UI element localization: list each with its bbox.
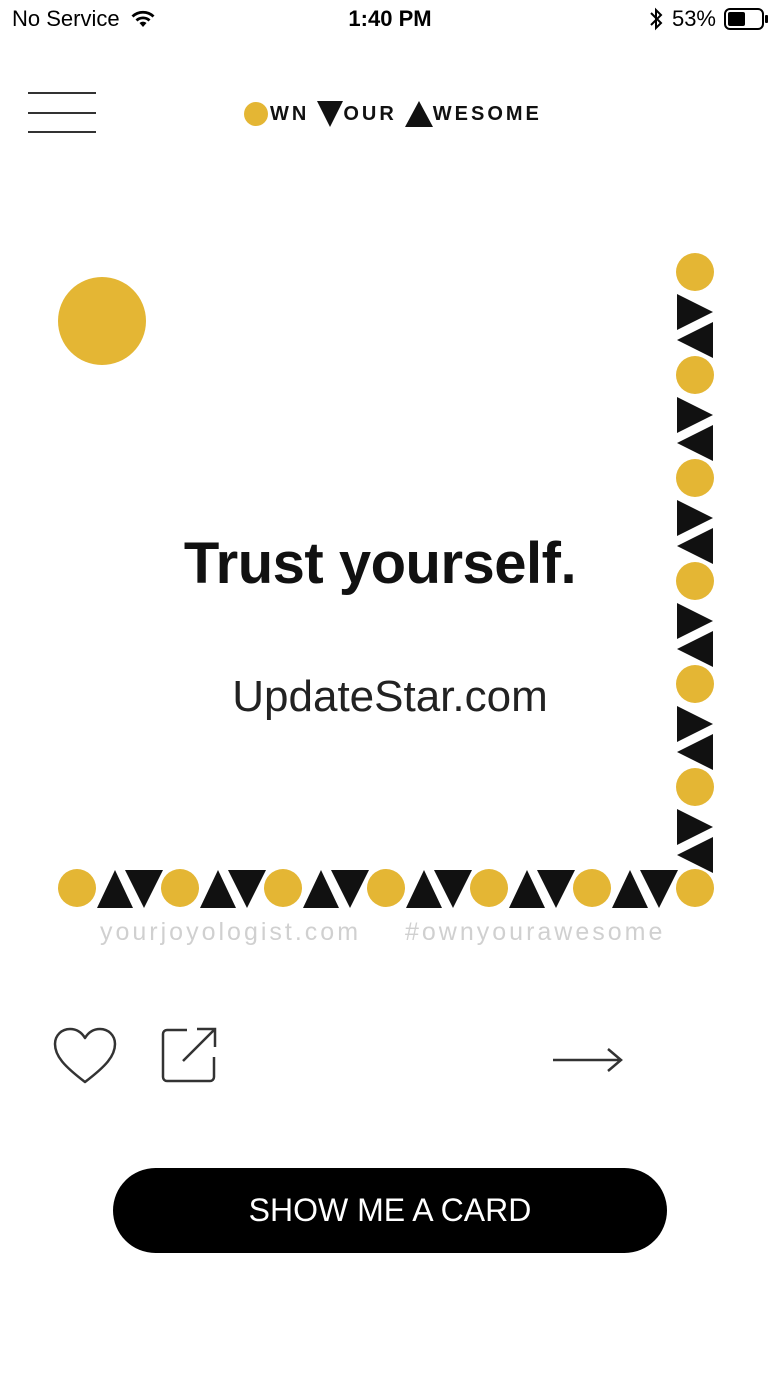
- card-quote: Trust yourself.: [183, 531, 577, 596]
- pattern-triangle-1: [677, 294, 713, 330]
- pattern-triangle-5: [677, 425, 713, 461]
- pattern-triangle-14: [677, 734, 713, 770]
- watermark-text: UpdateStar.com: [232, 672, 548, 721]
- pattern-triangle-11: [677, 631, 713, 667]
- pattern-dot-33: [573, 869, 611, 907]
- heart-icon[interactable]: [52, 1026, 118, 1086]
- brand-part-1: WN: [270, 102, 310, 125]
- pattern-dot-21: [161, 869, 199, 907]
- battery-icon: [724, 8, 768, 30]
- pattern-dot-24: [264, 869, 302, 907]
- status-bar: No Service 1:40 PM 53%: [0, 0, 780, 40]
- logo-down-triangle-icon: [317, 101, 344, 127]
- card-footer-tag: #ownyourawesome: [405, 918, 666, 946]
- logo-up-triangle-icon: [404, 101, 433, 127]
- pattern-triangle-25: [303, 870, 339, 908]
- pattern-dot-0: [676, 253, 714, 291]
- pattern-dot-3: [676, 356, 714, 394]
- brand-part-2: OUR: [343, 102, 397, 125]
- pattern-dot-30: [470, 869, 508, 907]
- hamburger-menu-icon[interactable]: [28, 92, 98, 134]
- pattern-triangle-10: [677, 603, 713, 639]
- pattern-triangle-16: [677, 809, 713, 845]
- arrow-right-icon[interactable]: [552, 1044, 624, 1076]
- pattern-triangle-34: [612, 870, 648, 908]
- pattern-triangle-26: [331, 870, 369, 908]
- decorative-dot: [58, 277, 146, 365]
- card-footer-site: yourjoyologist.com: [100, 918, 362, 946]
- pattern-triangle-28: [406, 870, 442, 908]
- brand-logo: WN OUR WESOME: [244, 94, 542, 134]
- pattern-dot-18: [58, 869, 96, 907]
- pattern-dot-6: [676, 459, 714, 497]
- pattern-triangle-32: [537, 870, 575, 908]
- pattern-dot-36: [676, 869, 714, 907]
- pattern-triangle-31: [509, 870, 545, 908]
- pattern-dot-27: [367, 869, 405, 907]
- brand-part-3: WESOME: [432, 102, 542, 125]
- pattern-triangle-22: [200, 870, 236, 908]
- pattern-triangle-35: [640, 870, 678, 908]
- bluetooth-icon: [650, 7, 663, 31]
- pattern-triangle-19: [97, 870, 133, 908]
- pattern-triangle-23: [228, 870, 266, 908]
- pattern-triangle-20: [125, 870, 163, 908]
- share-icon[interactable]: [161, 1027, 219, 1083]
- logo-dot-icon: [244, 102, 268, 126]
- pattern-triangle-2: [677, 322, 713, 358]
- battery-percent: 53%: [671, 6, 716, 31]
- pattern-triangle-4: [677, 397, 713, 433]
- pattern-triangle-29: [434, 870, 472, 908]
- pattern-triangle-17: [677, 837, 713, 873]
- show-me-a-card-button[interactable]: SHOW ME A CARD: [113, 1168, 667, 1253]
- pattern-dot-15: [676, 768, 714, 806]
- status-right: 53%: [648, 6, 770, 32]
